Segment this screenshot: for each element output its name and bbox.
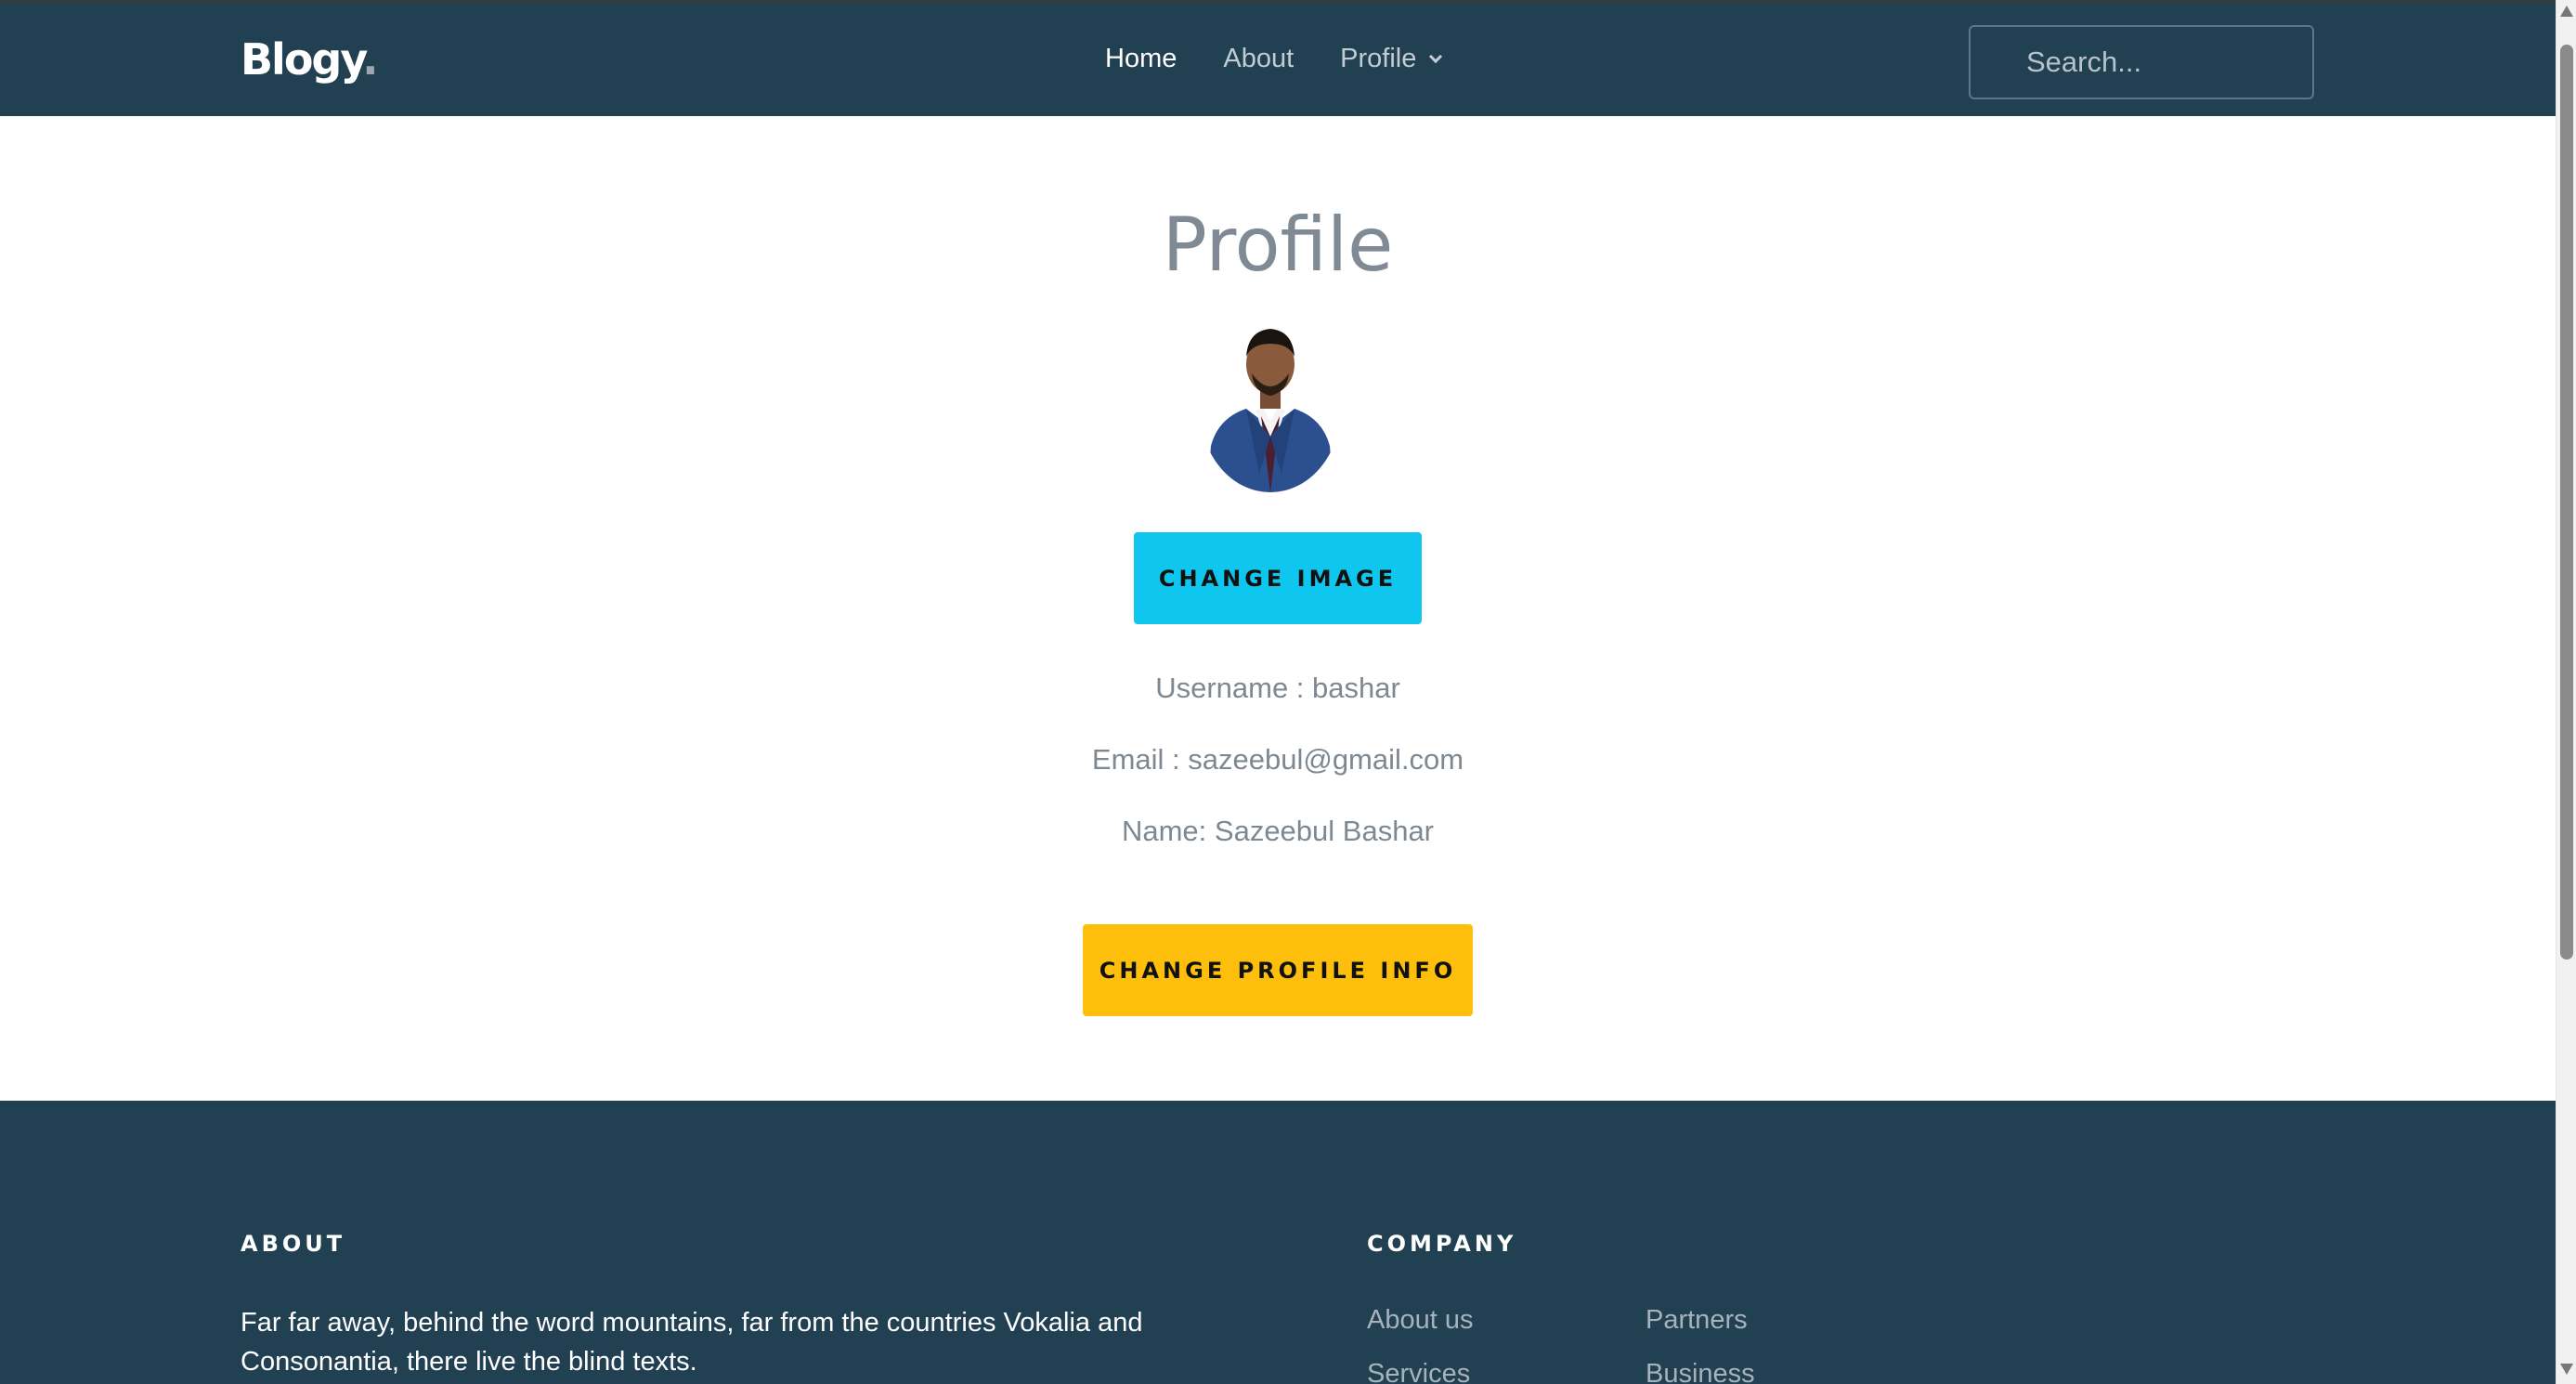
footer-about-heading: ABOUT	[241, 1231, 346, 1257]
chevron-down-icon	[1429, 49, 1443, 64]
vertical-scrollbar[interactable]	[2556, 0, 2576, 1384]
footer-link-services[interactable]: Services	[1367, 1359, 1470, 1384]
footer-link-business[interactable]: Business	[1646, 1359, 1755, 1384]
profile-avatar	[1200, 325, 1341, 492]
change-image-button[interactable]: CHANGE IMAGE	[1134, 532, 1422, 624]
nav-link-home[interactable]: Home	[1105, 44, 1177, 74]
logo-text: Blogy	[241, 34, 364, 85]
profile-section: Profile CHANGE IMAGE Username : bashar E…	[0, 116, 2556, 1101]
change-profile-info-button[interactable]: CHANGE PROFILE INFO	[1083, 924, 1473, 1016]
page-title: Profile	[1162, 202, 1394, 288]
page: Blogy. Home About Profile Profile	[0, 0, 2556, 1384]
nav-profile-label: Profile	[1340, 44, 1417, 73]
logo-dot: .	[362, 34, 379, 85]
footer-company-heading: COMPANY	[1367, 1231, 1517, 1257]
main-nav: Home About Profile	[1105, 44, 1487, 74]
email-text: Email : sazeebul@gmail.com	[1091, 743, 1464, 776]
scroll-up-arrow-icon[interactable]	[2560, 6, 2573, 17]
scroll-down-arrow-icon[interactable]	[2560, 1364, 2573, 1375]
scrollbar-thumb[interactable]	[2560, 45, 2573, 960]
full-name-text: Name: Sazeebul Bashar	[1121, 815, 1435, 847]
footer-about-text: Far far away, behind the word mountains,…	[241, 1308, 1143, 1377]
navbar: Blogy. Home About Profile	[0, 0, 2556, 116]
nav-link-about[interactable]: About	[1223, 44, 1294, 74]
footer-link-about-us[interactable]: About us	[1367, 1305, 1473, 1336]
footer: ABOUT Far far away, behind the word moun…	[0, 1101, 2556, 1384]
search-input[interactable]	[1969, 25, 2314, 99]
brand-logo[interactable]: Blogy.	[241, 34, 379, 85]
footer-link-partners[interactable]: Partners	[1646, 1305, 1748, 1336]
username-text: Username : bashar	[1155, 672, 1400, 704]
nav-dropdown-profile[interactable]: Profile	[1340, 44, 1443, 74]
